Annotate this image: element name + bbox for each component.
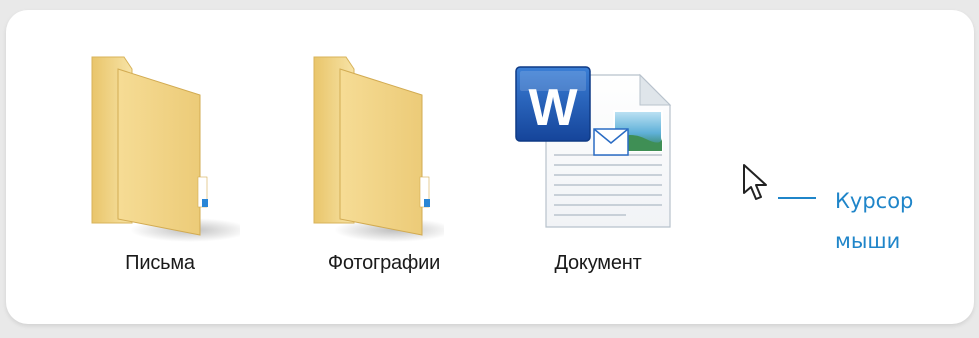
svg-text:W: W	[528, 79, 578, 137]
callout-line-2: мыши	[835, 229, 901, 253]
folder-icon	[91, 56, 240, 242]
document-item[interactable]: W Документ	[506, 47, 672, 290]
folder-label: Фотографии	[327, 252, 441, 274]
folder-item-letters[interactable]: Письма	[80, 47, 240, 290]
file-explorer-view: Письма Фотографии W Документ	[80, 47, 780, 290]
callout-line-1: Курсор	[835, 189, 914, 213]
word-document-icon: W	[515, 66, 672, 228]
callout-pointer-line	[778, 197, 816, 199]
document-label: Документ	[554, 252, 642, 274]
folder-item-photos[interactable]: Фотографии	[284, 47, 444, 290]
folder-label: Письма	[125, 252, 195, 274]
folder-icon	[313, 56, 444, 242]
cursor-callout: Курсор мыши	[835, 181, 913, 261]
mouse-cursor-icon	[743, 164, 767, 200]
